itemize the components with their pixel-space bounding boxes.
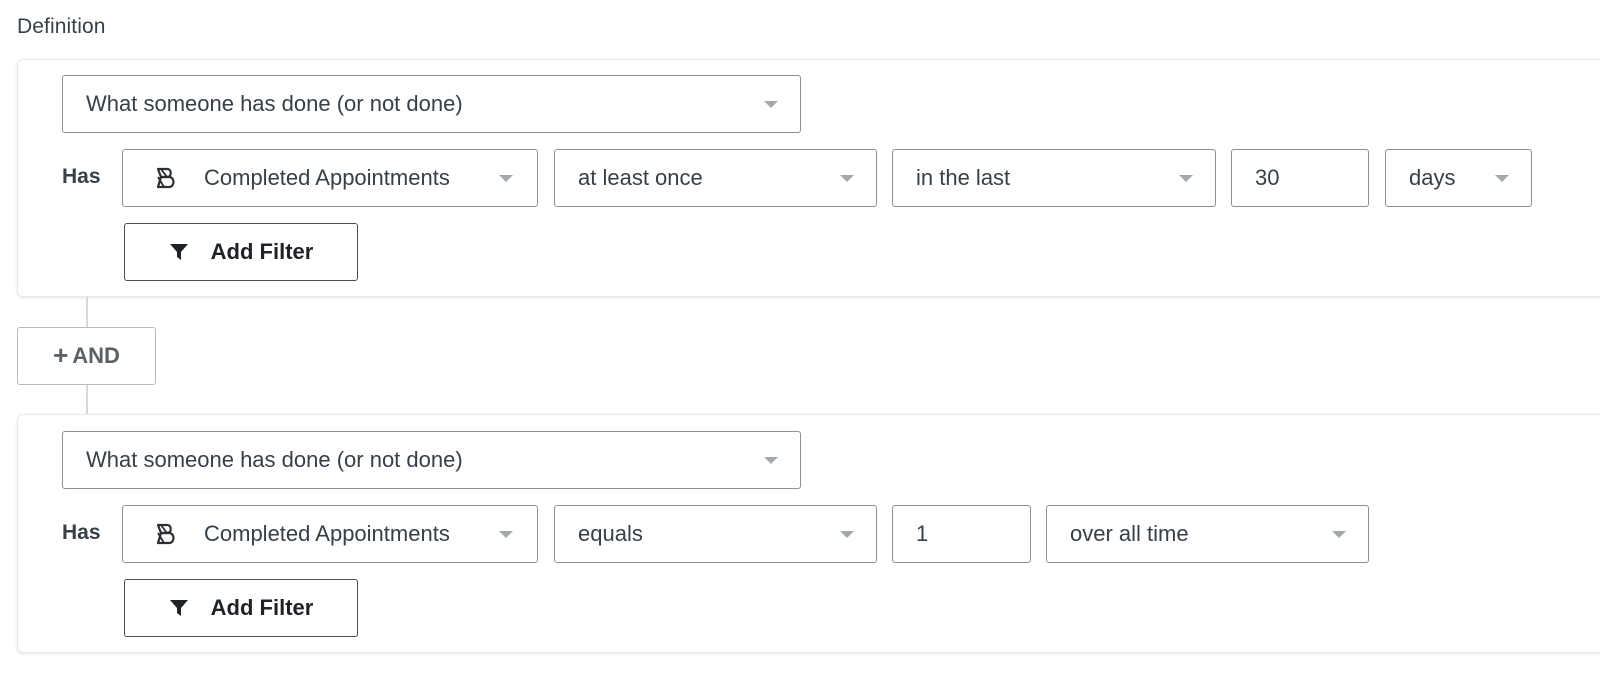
- add-filter-button[interactable]: Add Filter: [124, 223, 358, 281]
- unit-value: days: [1409, 165, 1456, 190]
- funnel-icon: [169, 242, 189, 262]
- section-title: Definition: [17, 15, 106, 38]
- add-and-condition-button[interactable]: + AND: [17, 327, 156, 385]
- quantity-value: 30: [1255, 165, 1280, 190]
- event-value: Completed Appointments: [204, 165, 450, 190]
- funnel-icon: [169, 598, 189, 618]
- condition-type-select[interactable]: What someone has done (or not done): [62, 431, 801, 489]
- caret-down-icon: [1495, 175, 1509, 182]
- condition-type-value: What someone has done (or not done): [86, 447, 463, 472]
- quantity-input[interactable]: 30: [1231, 149, 1369, 207]
- operator-value: equals: [578, 521, 643, 546]
- event-value: Completed Appointments: [204, 521, 450, 546]
- timeframe-value: in the last: [916, 165, 1011, 190]
- add-filter-label: Add Filter: [210, 239, 314, 264]
- operator-select[interactable]: at least once: [554, 149, 877, 207]
- count-value: 1: [916, 521, 929, 546]
- integration-logo-icon: [153, 521, 179, 547]
- caret-down-icon: [764, 457, 778, 464]
- add-filter-label: Add Filter: [210, 595, 314, 620]
- operator-select[interactable]: equals: [554, 505, 877, 563]
- condition-type-select[interactable]: What someone has done (or not done): [62, 75, 801, 133]
- unit-select[interactable]: days: [1385, 149, 1532, 207]
- count-input[interactable]: 1: [892, 505, 1031, 563]
- plus-icon: +: [53, 340, 69, 370]
- timeframe-select[interactable]: over all time: [1046, 505, 1369, 563]
- integration-logo-icon: [153, 165, 179, 191]
- caret-down-icon: [840, 531, 854, 538]
- caret-down-icon: [1179, 175, 1193, 182]
- caret-down-icon: [1332, 531, 1346, 538]
- connector-line: [86, 297, 88, 327]
- caret-down-icon: [499, 175, 513, 182]
- segment-definition-page: Definition What someone has done (or not…: [0, 0, 1600, 688]
- condition-type-value: What someone has done (or not done): [86, 91, 463, 116]
- connector-line: [86, 385, 88, 414]
- event-select[interactable]: Completed Appointments: [122, 149, 538, 207]
- has-label: Has: [62, 165, 101, 188]
- caret-down-icon: [840, 175, 854, 182]
- caret-down-icon: [499, 531, 513, 538]
- operator-value: at least once: [578, 165, 703, 190]
- caret-down-icon: [764, 101, 778, 108]
- condition-card-1: What someone has done (or not done) Has …: [17, 59, 1600, 297]
- timeframe-select[interactable]: in the last: [892, 149, 1216, 207]
- has-label: Has: [62, 521, 101, 544]
- add-filter-button[interactable]: Add Filter: [124, 579, 358, 637]
- condition-card-2: What someone has done (or not done) Has …: [17, 414, 1600, 653]
- timeframe-value: over all time: [1070, 521, 1189, 546]
- and-label: AND: [72, 343, 120, 368]
- event-select[interactable]: Completed Appointments: [122, 505, 538, 563]
